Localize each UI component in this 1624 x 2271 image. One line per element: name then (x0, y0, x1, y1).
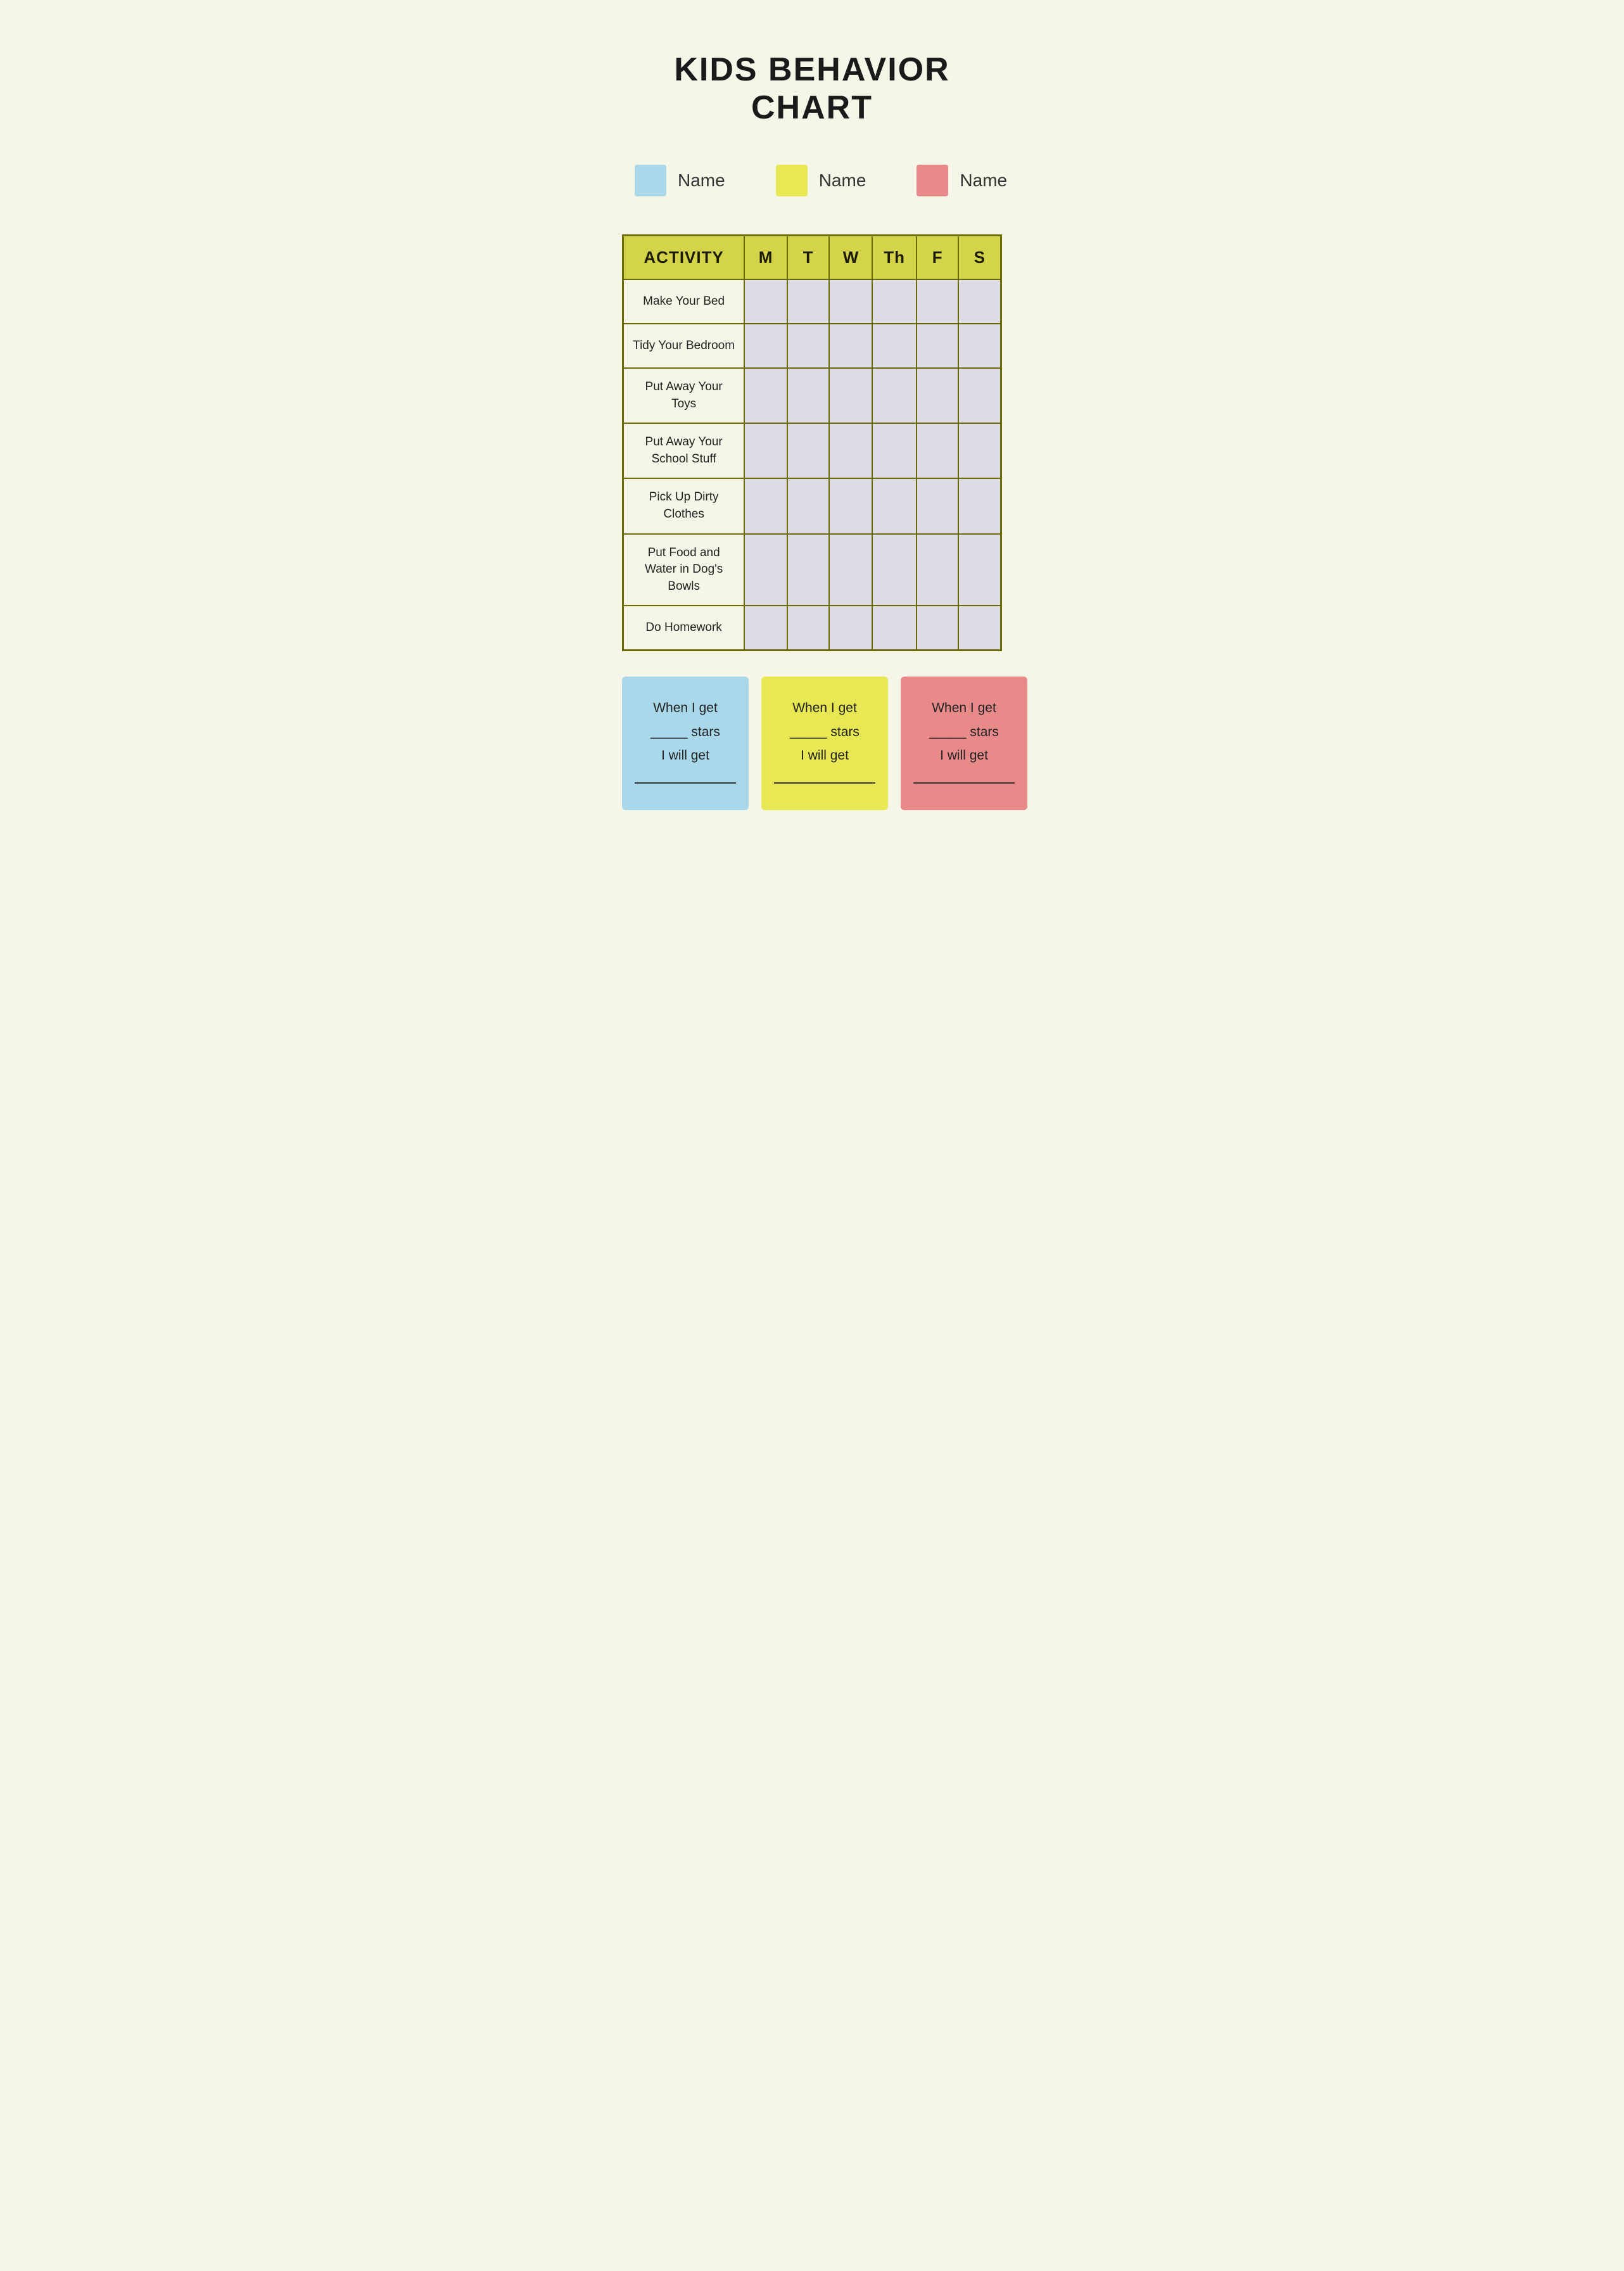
day-cell-r0-d1 (787, 279, 830, 324)
activity-cell-5: Put Food and Water in Dog's Bowls (623, 534, 745, 606)
day-cell-r6-d3 (872, 606, 916, 650)
table-row: Do Homework (623, 606, 1001, 650)
legend-color-pink (917, 165, 948, 196)
reward-card-blue: When I get _____ stars I will get (622, 677, 749, 810)
day-cell-r0-d2 (829, 279, 872, 324)
day-cell-r4-d1 (787, 478, 830, 533)
day-cell-r2-d3 (872, 368, 916, 423)
day-cell-r3-d2 (829, 423, 872, 478)
reward-card-pink: When I get _____ stars I will get (901, 677, 1027, 810)
day-cell-r0-d4 (917, 279, 959, 324)
legend-row: Name Name Name (622, 165, 1002, 196)
legend-label-yellow: Name (819, 170, 866, 191)
reward-blue-line1: When I get (635, 697, 736, 720)
header-tue: T (787, 236, 830, 280)
page-container: KIDS BEHAVIOR CHART Name Name Name ACTIV… (584, 13, 1040, 842)
reward-pink-line2: _____ stars (913, 721, 1015, 744)
header-thu: Th (872, 236, 916, 280)
reward-pink-underline (913, 782, 1015, 784)
table-row: Pick Up Dirty Clothes (623, 478, 1001, 533)
activity-cell-0: Make Your Bed (623, 279, 745, 324)
behavior-table: ACTIVITY M T W Th F S Make Your BedTidy … (622, 234, 1002, 651)
reward-pink-line1: When I get (913, 697, 1015, 720)
day-cell-r3-d1 (787, 423, 830, 478)
day-cell-r5-d1 (787, 534, 830, 606)
reward-yellow-line3: I will get (774, 744, 875, 767)
reward-pink-line3: I will get (913, 744, 1015, 767)
day-cell-r0-d5 (958, 279, 1001, 324)
reward-blue-line3: I will get (635, 744, 736, 767)
table-row: Put Away Your Toys (623, 368, 1001, 423)
activity-cell-6: Do Homework (623, 606, 745, 650)
day-cell-r4-d3 (872, 478, 916, 533)
day-cell-r0-d0 (744, 279, 787, 324)
table-row: Put Food and Water in Dog's Bowls (623, 534, 1001, 606)
day-cell-r5-d2 (829, 534, 872, 606)
day-cell-r4-d4 (917, 478, 959, 533)
day-cell-r6-d2 (829, 606, 872, 650)
day-cell-r1-d3 (872, 324, 916, 368)
legend-item-yellow: Name (776, 165, 866, 196)
day-cell-r5-d4 (917, 534, 959, 606)
reward-yellow-underline (774, 782, 875, 784)
day-cell-r4-d2 (829, 478, 872, 533)
header-mon: M (744, 236, 787, 280)
day-cell-r2-d4 (917, 368, 959, 423)
day-cell-r3-d5 (958, 423, 1001, 478)
day-cell-r1-d1 (787, 324, 830, 368)
day-cell-r6-d0 (744, 606, 787, 650)
day-cell-r6-d5 (958, 606, 1001, 650)
header-wed: W (829, 236, 872, 280)
day-cell-r4-d0 (744, 478, 787, 533)
day-cell-r5-d0 (744, 534, 787, 606)
day-cell-r2-d0 (744, 368, 787, 423)
table-row: Put Away Your School Stuff (623, 423, 1001, 478)
day-cell-r6-d4 (917, 606, 959, 650)
table-row: Tidy Your Bedroom (623, 324, 1001, 368)
legend-label-pink: Name (960, 170, 1007, 191)
day-cell-r4-d5 (958, 478, 1001, 533)
page-title: KIDS BEHAVIOR CHART (622, 51, 1002, 127)
reward-yellow-line1: When I get (774, 697, 875, 720)
activity-cell-1: Tidy Your Bedroom (623, 324, 745, 368)
day-cell-r2-d1 (787, 368, 830, 423)
reward-yellow-line2: _____ stars (774, 721, 875, 744)
day-cell-r3-d3 (872, 423, 916, 478)
legend-item-blue: Name (635, 165, 725, 196)
day-cell-r3-d4 (917, 423, 959, 478)
reward-blue-underline (635, 782, 736, 784)
table-row: Make Your Bed (623, 279, 1001, 324)
activity-cell-4: Pick Up Dirty Clothes (623, 478, 745, 533)
day-cell-r3-d0 (744, 423, 787, 478)
day-cell-r0-d3 (872, 279, 916, 324)
day-cell-r5-d5 (958, 534, 1001, 606)
day-cell-r6-d1 (787, 606, 830, 650)
reward-row: When I get _____ stars I will get When I… (622, 677, 1002, 810)
legend-label-blue: Name (678, 170, 725, 191)
day-cell-r1-d5 (958, 324, 1001, 368)
activity-cell-2: Put Away Your Toys (623, 368, 745, 423)
legend-color-yellow (776, 165, 808, 196)
day-cell-r1-d4 (917, 324, 959, 368)
table-header-row: ACTIVITY M T W Th F S (623, 236, 1001, 280)
legend-color-blue (635, 165, 666, 196)
day-cell-r2-d5 (958, 368, 1001, 423)
reward-blue-line2: _____ stars (635, 721, 736, 744)
legend-item-pink: Name (917, 165, 1007, 196)
header-sat: S (958, 236, 1001, 280)
day-cell-r1-d2 (829, 324, 872, 368)
day-cell-r2-d2 (829, 368, 872, 423)
day-cell-r5-d3 (872, 534, 916, 606)
header-fri: F (917, 236, 959, 280)
day-cell-r1-d0 (744, 324, 787, 368)
header-activity: ACTIVITY (623, 236, 745, 280)
reward-card-yellow: When I get _____ stars I will get (761, 677, 888, 810)
activity-cell-3: Put Away Your School Stuff (623, 423, 745, 478)
